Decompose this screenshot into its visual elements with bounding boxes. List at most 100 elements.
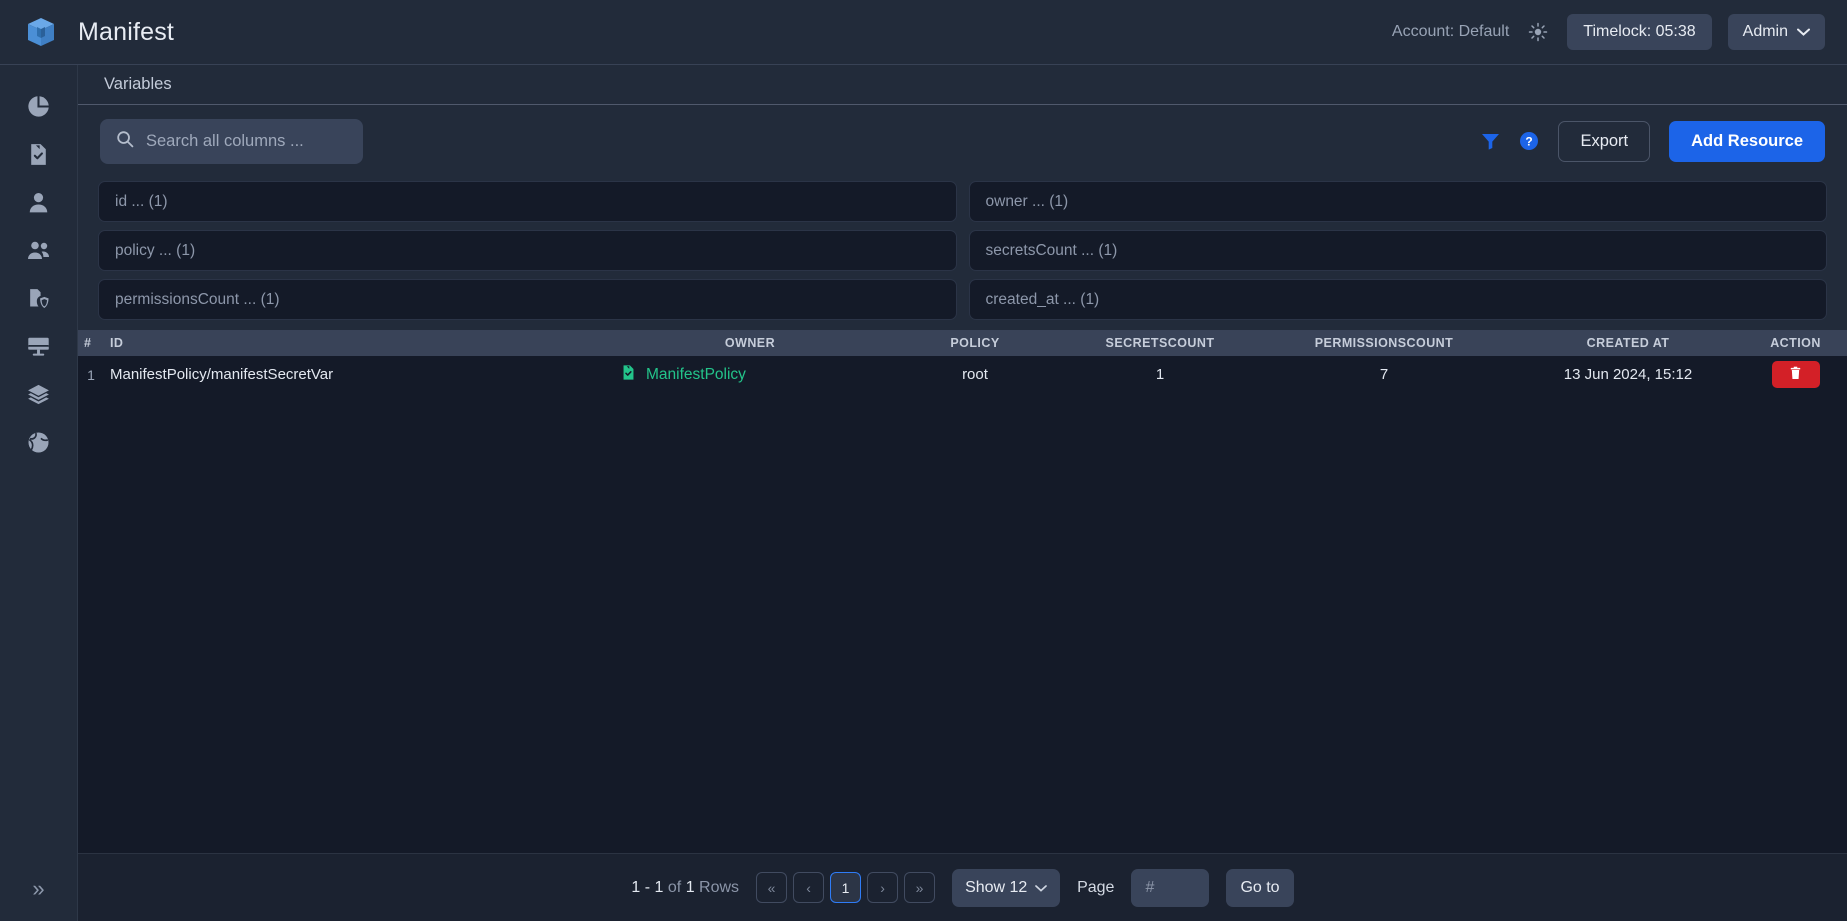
filter-input-owner[interactable]: owner ... (1) bbox=[968, 181, 1827, 222]
col-header-secretscount[interactable]: SECRETSCOUNT bbox=[1064, 330, 1256, 356]
next-page-button[interactable]: › bbox=[867, 872, 899, 903]
filter-input-permissionscount[interactable]: permissionsCount ... (1) bbox=[98, 279, 957, 320]
rows-total: 1 bbox=[685, 878, 695, 896]
sidebar-item-groups[interactable] bbox=[0, 229, 77, 277]
chevron-down-icon bbox=[1797, 23, 1810, 41]
filter-input-secretscount[interactable]: secretsCount ... (1) bbox=[968, 230, 1827, 271]
export-button[interactable]: Export bbox=[1558, 120, 1651, 162]
account-label: Account: Default bbox=[1391, 23, 1510, 40]
admin-label: Admin bbox=[1742, 23, 1788, 40]
body-row: » Variables Search all columns ... ? Exp… bbox=[0, 65, 1847, 921]
last-page-button[interactable]: » bbox=[904, 872, 936, 903]
filter-grid: id ... (1) owner ... (1) policy ... (1) … bbox=[98, 181, 1827, 320]
content-area: Variables Search all columns ... ? Expor… bbox=[78, 65, 1847, 921]
table-body: 1 ManifestPolicy/manifestSecretVar Manif… bbox=[78, 356, 1847, 393]
sidebar-expand-toggle[interactable]: » bbox=[0, 869, 77, 909]
user-icon bbox=[26, 190, 51, 220]
search-icon bbox=[116, 130, 134, 153]
rows-per-page-label: Show 12 bbox=[965, 878, 1028, 896]
col-header-owner[interactable]: OWNER bbox=[614, 330, 886, 356]
cell-created-at: 13 Jun 2024, 15:12 bbox=[1563, 366, 1693, 383]
search-placeholder: Search all columns ... bbox=[146, 131, 304, 150]
svg-text:?: ? bbox=[1526, 135, 1533, 149]
col-header-policy[interactable]: POLICY bbox=[886, 330, 1064, 356]
filter-placeholder-secretscount: secretsCount ... (1) bbox=[985, 241, 1118, 259]
rows-range: 1 - 1 bbox=[631, 878, 664, 896]
pie-chart-icon bbox=[26, 94, 51, 124]
pagination: « ‹ 1 › » bbox=[756, 872, 936, 903]
filter-input-policy[interactable]: policy ... (1) bbox=[98, 230, 957, 271]
col-header-index[interactable]: # bbox=[78, 330, 104, 356]
cell-id: ManifestPolicy/manifestSecretVar bbox=[110, 366, 334, 383]
rows-of: of bbox=[667, 878, 682, 896]
app-title: Manifest bbox=[78, 17, 175, 46]
first-page-button[interactable]: « bbox=[756, 872, 788, 903]
add-resource-button[interactable]: Add Resource bbox=[1669, 120, 1825, 162]
delete-row-button[interactable] bbox=[1771, 361, 1820, 388]
cell-permissionscount: 7 bbox=[1379, 366, 1389, 383]
layers-icon bbox=[26, 382, 51, 412]
header-right: Account: Default Timelock: 05:38 Admin bbox=[1392, 14, 1825, 50]
filter-icon[interactable] bbox=[1481, 132, 1500, 150]
col-header-action: ACTION bbox=[1770, 336, 1821, 350]
prev-page-button[interactable]: ‹ bbox=[793, 872, 825, 903]
owner-link[interactable]: ManifestPolicy bbox=[646, 366, 746, 384]
page-label: Page bbox=[1077, 878, 1115, 896]
cell-owner: ManifestPolicy bbox=[614, 356, 886, 393]
sidebar-item-layers[interactable] bbox=[0, 373, 77, 421]
panel-title-bar: Variables bbox=[78, 65, 1847, 105]
cell-secretscount: 1 bbox=[1155, 366, 1165, 383]
table-toolbar: Search all columns ... ? Export Add Reso… bbox=[78, 105, 1847, 177]
filter-placeholder-permissionscount: permissionsCount ... (1) bbox=[115, 290, 280, 308]
cell-action bbox=[1744, 356, 1847, 393]
page-number-input[interactable]: # bbox=[1131, 868, 1210, 907]
sun-icon[interactable] bbox=[1525, 19, 1551, 45]
globe-icon bbox=[26, 430, 51, 460]
goto-page-button[interactable]: Go to bbox=[1226, 868, 1294, 907]
table-row[interactable]: 1 ManifestPolicy/manifestSecretVar Manif… bbox=[78, 356, 1847, 393]
table-footer: 1 - 1 of 1 Rows « ‹ 1 › » Show 12 Page #… bbox=[78, 853, 1847, 921]
help-circle-icon[interactable]: ? bbox=[1519, 131, 1539, 151]
col-header-created-at[interactable]: CREATED AT bbox=[1512, 330, 1744, 356]
admin-menu-button[interactable]: Admin bbox=[1727, 14, 1825, 50]
document-check-icon bbox=[26, 142, 51, 172]
sidebar-item-policies[interactable] bbox=[0, 133, 77, 181]
toolbar-actions: ? Export Add Resource bbox=[1481, 120, 1825, 162]
page-button-1[interactable]: 1 bbox=[830, 872, 862, 903]
filter-placeholder-owner: owner ... (1) bbox=[985, 192, 1069, 210]
filter-input-id[interactable]: id ... (1) bbox=[98, 181, 957, 222]
col-header-permissionscount[interactable]: PERMISSIONSCOUNT bbox=[1256, 330, 1512, 356]
sidebar-item-dashboard[interactable] bbox=[0, 85, 77, 133]
sidebar-item-network[interactable] bbox=[0, 421, 77, 469]
column-filters: id ... (1) owner ... (1) policy ... (1) … bbox=[78, 177, 1847, 330]
rows-per-page-select[interactable]: Show 12 bbox=[952, 868, 1061, 907]
sidebar: » bbox=[0, 65, 78, 921]
cell-index: 1 bbox=[87, 366, 95, 383]
filter-input-created-at[interactable]: created_at ... (1) bbox=[968, 279, 1827, 320]
sidebar-item-user[interactable] bbox=[0, 181, 77, 229]
table-head: # ID OWNER POLICY SECRETSCOUNT PERMISSIO… bbox=[78, 330, 1847, 356]
rows-info: 1 - 1 of 1 Rows bbox=[631, 879, 739, 897]
brand: Manifest bbox=[22, 13, 174, 51]
col-header-id[interactable]: ID bbox=[104, 330, 614, 356]
timelock-badge[interactable]: Timelock: 05:38 bbox=[1567, 14, 1712, 50]
filter-placeholder-id: id ... (1) bbox=[115, 192, 168, 210]
cell-policy: root bbox=[962, 366, 988, 383]
users-group-icon bbox=[26, 238, 52, 269]
filter-placeholder-created-at: created_at ... (1) bbox=[985, 290, 1100, 308]
table: # ID OWNER POLICY SECRETSCOUNT PERMISSIO… bbox=[78, 330, 1847, 393]
app-header: Manifest Account: Default Timelock: 05:3… bbox=[0, 0, 1847, 65]
app-root: Manifest Account: Default Timelock: 05:3… bbox=[0, 0, 1847, 921]
table-header-row: # ID OWNER POLICY SECRETSCOUNT PERMISSIO… bbox=[78, 330, 1847, 356]
rows-word: Rows bbox=[699, 878, 740, 896]
owner-cell-inner: ManifestPolicy bbox=[620, 364, 880, 385]
search-input[interactable]: Search all columns ... bbox=[100, 118, 363, 164]
page-title: Variables bbox=[104, 75, 172, 93]
variables-table: # ID OWNER POLICY SECRETSCOUNT PERMISSIO… bbox=[78, 330, 1847, 853]
sidebar-item-security[interactable] bbox=[0, 277, 77, 325]
manifest-cube-logo-icon bbox=[22, 13, 60, 51]
monitor-icon bbox=[26, 334, 51, 364]
chevron-down-icon bbox=[1035, 879, 1047, 897]
filter-placeholder-policy: policy ... (1) bbox=[115, 241, 196, 259]
sidebar-item-hosts[interactable] bbox=[0, 325, 77, 373]
